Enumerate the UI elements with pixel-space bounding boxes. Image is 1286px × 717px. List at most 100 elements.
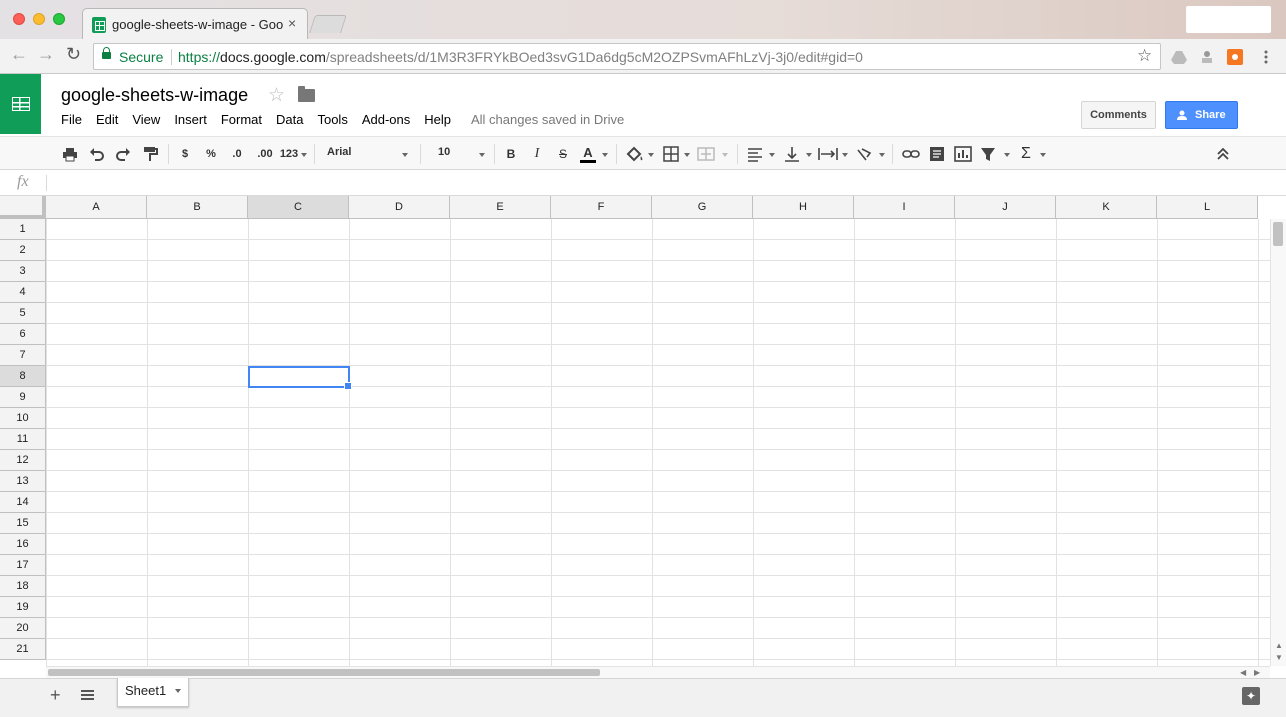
row-header[interactable]: 8 [0,366,46,387]
comments-button[interactable]: Comments [1081,101,1156,129]
text-color-button[interactable]: A [580,145,596,163]
url-input[interactable]: Secure https://docs.google.com/spreadshe… [93,43,1161,70]
row-header[interactable]: 19 [0,597,46,618]
menu-icon[interactable] [1258,49,1274,65]
chevron-down-icon[interactable] [879,153,885,157]
formula-input[interactable] [52,175,1252,191]
text-wrapping-icon[interactable] [818,145,838,163]
filter-icon[interactable] [980,145,996,163]
insert-link-icon[interactable] [902,145,920,163]
sheets-logo-icon[interactable] [0,74,41,134]
row-header[interactable]: 1 [0,219,46,240]
column-header[interactable]: E [450,196,551,219]
row-header[interactable]: 7 [0,345,46,366]
column-header[interactable]: D [349,196,450,219]
vertical-scrollbar[interactable]: ▲ ▼ [1270,219,1286,666]
explore-icon[interactable]: ✦ [1242,687,1260,705]
chevron-down-icon[interactable] [722,153,728,157]
insert-chart-icon[interactable] [954,145,972,163]
chevron-down-icon[interactable] [648,153,654,157]
horizontal-scrollbar[interactable]: ◀ ▶ [46,666,1270,678]
chevron-down-icon[interactable] [402,153,408,157]
row-header[interactable]: 9 [0,387,46,408]
horizontal-scroll-thumb[interactable] [48,669,600,676]
maximize-window-button[interactable] [53,13,65,25]
menu-insert[interactable]: Insert [174,112,207,130]
sheet-tab[interactable]: Sheet1 [117,678,189,707]
column-header[interactable]: J [955,196,1056,219]
row-header[interactable]: 10 [0,408,46,429]
folder-icon[interactable] [298,86,315,102]
strikethrough-button[interactable]: S [556,145,570,163]
paint-format-icon[interactable] [142,145,158,163]
fill-color-icon[interactable] [626,145,644,163]
row-header[interactable]: 6 [0,324,46,345]
currency-format-button[interactable]: $ [178,145,192,163]
more-formats-button[interactable]: 123 [278,145,300,163]
row-header[interactable]: 17 [0,555,46,576]
bookmark-star-icon[interactable]: ☆ [1137,46,1152,66]
chevron-down-icon[interactable] [684,153,690,157]
chevron-down-icon[interactable] [479,153,485,157]
row-header[interactable]: 4 [0,282,46,303]
active-cell-selection[interactable] [248,366,352,390]
menu-view[interactable]: View [132,112,160,130]
menu-add-ons[interactable]: Add-ons [362,112,410,130]
hubspot-extension-icon[interactable] [1227,49,1243,65]
column-header[interactable]: I [854,196,955,219]
column-header[interactable]: B [147,196,248,219]
redo-icon[interactable] [115,145,131,163]
chevron-down-icon[interactable] [1004,153,1010,157]
row-header[interactable]: 13 [0,471,46,492]
row-header[interactable]: 12 [0,450,46,471]
row-header[interactable]: 5 [0,303,46,324]
browser-tab[interactable]: google-sheets-w-image - Goo × [82,8,308,39]
select-all-corner[interactable] [0,196,46,219]
row-header[interactable]: 15 [0,513,46,534]
column-header[interactable]: H [753,196,854,219]
undo-icon[interactable] [89,145,105,163]
column-header[interactable]: F [551,196,652,219]
row-header[interactable]: 18 [0,576,46,597]
all-sheets-menu-icon[interactable] [81,690,94,700]
vertical-scroll-thumb[interactable] [1273,222,1283,246]
menu-data[interactable]: Data [276,112,303,130]
scroll-right-icon[interactable]: ▶ [1254,668,1260,677]
merge-cells-icon[interactable] [697,145,715,163]
chevron-down-icon[interactable] [602,153,608,157]
add-sheet-icon[interactable]: + [50,685,61,706]
extension-icon[interactable] [1199,49,1215,65]
row-header[interactable]: 2 [0,240,46,261]
menu-tools[interactable]: Tools [317,112,347,130]
reload-icon[interactable]: ↻ [66,44,81,65]
chevron-down-icon[interactable] [769,153,775,157]
drive-extension-icon[interactable] [1171,49,1187,65]
forward-icon[interactable]: → [37,44,55,65]
back-icon[interactable]: ← [10,44,28,65]
row-header[interactable]: 16 [0,534,46,555]
text-rotation-icon[interactable] [856,145,874,163]
row-header[interactable]: 3 [0,261,46,282]
font-family-select[interactable]: Arial [327,146,351,158]
bold-button[interactable]: B [504,145,518,163]
star-icon[interactable]: ☆ [268,84,285,107]
chevron-down-icon[interactable] [806,153,812,157]
functions-button[interactable]: Σ [1019,145,1033,163]
scroll-down-icon[interactable]: ▼ [1275,653,1283,662]
column-header[interactable]: K [1056,196,1157,219]
close-window-button[interactable] [13,13,25,25]
cell-area[interactable] [46,219,1270,666]
print-icon[interactable] [62,145,78,163]
row-header[interactable]: 21 [0,639,46,660]
chevron-down-icon[interactable] [301,153,307,157]
tab-close-icon[interactable]: × [288,15,296,31]
profile-area[interactable] [1186,6,1271,33]
row-header[interactable]: 14 [0,492,46,513]
decrease-decimal-button[interactable]: .0 [228,145,246,163]
scroll-left-icon[interactable]: ◀ [1240,668,1246,677]
minimize-window-button[interactable] [33,13,45,25]
new-tab-button[interactable] [309,15,347,33]
increase-decimal-button[interactable]: .00 [254,145,276,163]
menu-help[interactable]: Help [424,112,451,130]
column-header[interactable]: C [248,196,349,219]
